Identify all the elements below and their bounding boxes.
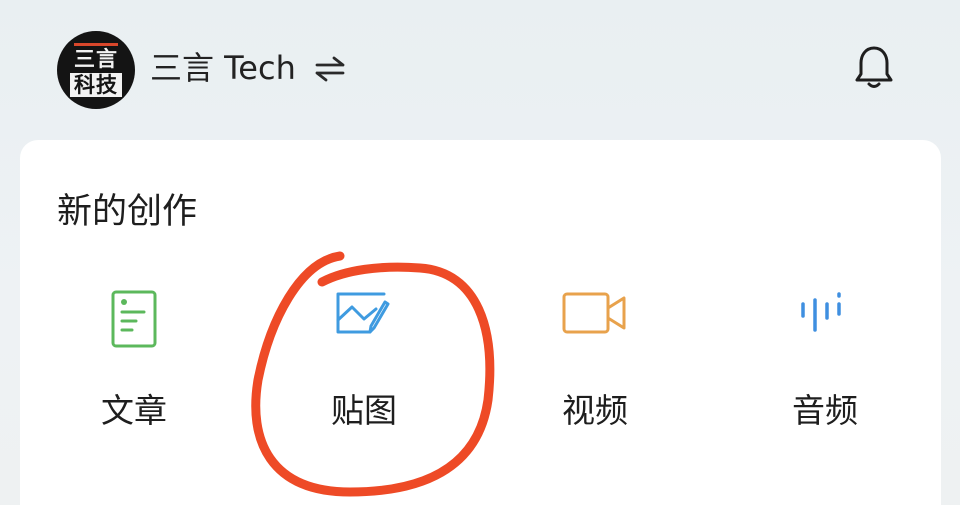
account-name[interactable]: 三言 Tech [150, 48, 296, 88]
video-camera-icon [562, 292, 626, 334]
create-article-label: 文章 [101, 391, 167, 430]
avatar-text-line2: 科技 [70, 73, 122, 97]
header: 三言 科技 三言 Tech [0, 0, 960, 130]
create-audio-button[interactable]: 音频 [725, 290, 925, 440]
create-audio-label: 音频 [792, 391, 858, 430]
create-article-button[interactable]: 文章 [34, 290, 234, 440]
create-card: 新的创作 文章 贴图 视频 音频 [20, 140, 941, 505]
bell-icon[interactable] [852, 44, 896, 92]
image-icon [336, 292, 390, 334]
audio-wave-icon [801, 292, 841, 332]
create-image-post-label: 贴图 [331, 391, 397, 430]
create-card-title: 新的创作 [57, 192, 198, 232]
create-video-label: 视频 [562, 391, 628, 430]
avatar-text-line1: 三言 [74, 43, 118, 71]
document-icon [111, 290, 157, 348]
create-image-post-button[interactable]: 贴图 [264, 290, 464, 440]
avatar[interactable]: 三言 科技 [57, 31, 135, 109]
swap-arrows-icon[interactable] [313, 56, 347, 82]
create-video-button[interactable]: 视频 [495, 290, 695, 440]
